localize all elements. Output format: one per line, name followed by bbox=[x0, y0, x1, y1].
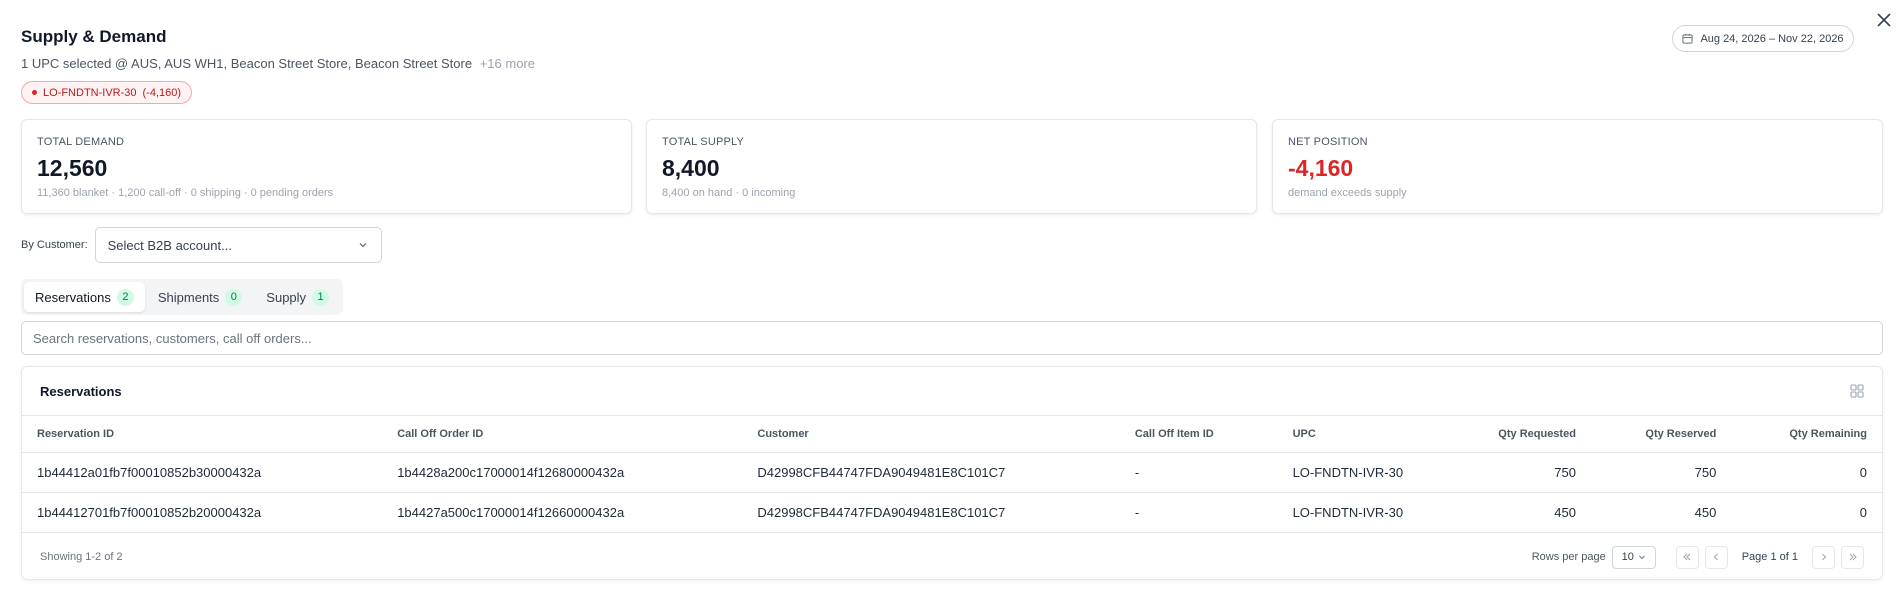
double-chevron-right-icon bbox=[1849, 553, 1857, 561]
qty-reserved-cell: 450 bbox=[1590, 492, 1732, 533]
tab-shipments[interactable]: Shipments 0 bbox=[147, 282, 253, 312]
card-value: 12,560 bbox=[37, 155, 108, 181]
chevron-down-icon bbox=[1638, 555, 1645, 560]
column-header[interactable]: Qty Remaining bbox=[1731, 416, 1882, 453]
panel-header: Reservations bbox=[22, 367, 1882, 416]
date-range-button[interactable]: Aug 24, 2026 – Nov 22, 2026 bbox=[1672, 25, 1854, 52]
panel-title: Reservations bbox=[40, 383, 122, 399]
close-button[interactable] bbox=[1874, 10, 1894, 30]
rows-per-page-select[interactable]: 10 bbox=[1611, 545, 1656, 569]
qty-remaining-cell: 0 bbox=[1731, 492, 1882, 533]
call-off-order-id-cell: 1b4427a500c17000014f12660000432a bbox=[382, 492, 743, 533]
customer-filter-label: By Customer: bbox=[21, 239, 88, 251]
tab-label: Shipments bbox=[157, 289, 220, 305]
customer-cell: D42998CFB44747FDA9049481E8C101C7 bbox=[742, 492, 1120, 533]
tab-label: Reservations bbox=[35, 289, 111, 305]
qty-remaining-cell: 0 bbox=[1731, 452, 1882, 493]
tab-count-badge: 0 bbox=[225, 288, 243, 306]
selection-text: 1 UPC selected @ AUS, AUS WH1, Beacon St… bbox=[21, 56, 473, 71]
status-dot-icon bbox=[32, 90, 37, 95]
sku-chip[interactable]: LO-FNDTN-IVR-30 (-4,160) bbox=[21, 81, 193, 104]
calendar-icon bbox=[1682, 33, 1694, 44]
close-icon bbox=[1877, 13, 1891, 27]
column-header[interactable]: Qty Reserved bbox=[1590, 416, 1732, 453]
card-label: TOTAL DEMAND bbox=[37, 136, 125, 148]
table-header-row: Reservation ID Call Off Order ID Custome… bbox=[22, 416, 1882, 453]
column-header[interactable]: Reservation ID bbox=[22, 416, 383, 453]
table-row[interactable]: 1b44412701fb7f00010852b20000432a 1b4427a… bbox=[22, 492, 1882, 533]
qty-requested-cell: 750 bbox=[1464, 452, 1591, 493]
total-supply-card: TOTAL SUPPLY 8,400 8,400 on hand · 0 inc… bbox=[646, 119, 1257, 214]
next-page-button[interactable] bbox=[1812, 545, 1835, 569]
card-label: NET POSITION bbox=[1288, 136, 1368, 148]
qty-requested-cell: 450 bbox=[1464, 492, 1591, 533]
card-detail: 8,400 on hand · 0 incoming bbox=[662, 187, 796, 199]
upc-cell: LO-FNDTN-IVR-30 bbox=[1277, 452, 1465, 493]
header: Supply & Demand 1 UPC selected @ AUS, AU… bbox=[21, 27, 535, 71]
card-value: 8,400 bbox=[662, 155, 720, 181]
pager: Rows per page 10 Page 1 of 1 bbox=[1531, 545, 1864, 569]
total-demand-card: TOTAL DEMAND 12,560 11,360 blanket · 1,2… bbox=[21, 119, 632, 214]
net-position-card: NET POSITION -4,160 demand exceeds suppl… bbox=[1272, 119, 1883, 214]
reservation-id-cell: 1b44412a01fb7f00010852b30000432a bbox=[22, 452, 383, 493]
page-indicator: Page 1 of 1 bbox=[1741, 551, 1798, 563]
column-header[interactable]: Call Off Item ID bbox=[1119, 416, 1278, 453]
selection-summary: 1 UPC selected @ AUS, AUS WH1, Beacon St… bbox=[21, 56, 535, 71]
call-off-order-id-cell: 1b4428a200c17000014f12680000432a bbox=[382, 452, 743, 493]
call-off-item-id-cell: - bbox=[1119, 492, 1278, 533]
customer-cell: D42998CFB44747FDA9049481E8C101C7 bbox=[742, 452, 1120, 493]
last-page-button[interactable] bbox=[1841, 545, 1864, 569]
reservations-table: Reservation ID Call Off Order ID Custome… bbox=[22, 416, 1882, 533]
upc-cell: LO-FNDTN-IVR-30 bbox=[1277, 492, 1465, 533]
pagination-bar: Showing 1-2 of 2 Rows per page 10 Page 1… bbox=[22, 533, 1882, 582]
reservations-panel: Reservations Reservation ID Call Off Ord… bbox=[21, 366, 1883, 580]
customer-select[interactable]: Select B2B account... bbox=[94, 227, 382, 263]
card-detail: demand exceeds supply bbox=[1288, 187, 1407, 199]
card-label: TOTAL SUPPLY bbox=[662, 136, 745, 148]
column-header[interactable]: UPC bbox=[1277, 416, 1465, 453]
tab-bar: Reservations 2 Shipments 0 Supply 1 bbox=[21, 279, 344, 315]
customer-select-placeholder: Select B2B account... bbox=[107, 237, 232, 253]
search-input[interactable] bbox=[21, 321, 1883, 355]
double-chevron-left-icon bbox=[1683, 553, 1691, 561]
qty-reserved-cell: 750 bbox=[1590, 452, 1732, 493]
chevron-down-icon bbox=[359, 243, 367, 248]
card-value: -4,160 bbox=[1288, 155, 1354, 181]
tab-supply[interactable]: Supply 1 bbox=[255, 282, 340, 312]
tab-reservations[interactable]: Reservations 2 bbox=[24, 282, 145, 312]
chevron-left-icon bbox=[1714, 553, 1719, 561]
call-off-item-id-cell: - bbox=[1119, 452, 1278, 493]
card-detail: 11,360 blanket · 1,200 call-off · 0 ship… bbox=[37, 187, 334, 199]
grid-view-icon[interactable] bbox=[1850, 384, 1864, 398]
date-range-label: Aug 24, 2026 – Nov 22, 2026 bbox=[1700, 32, 1844, 45]
rows-per-page-value: 10 bbox=[1621, 551, 1634, 563]
previous-page-button[interactable] bbox=[1704, 545, 1728, 569]
rows-per-page-label: Rows per page bbox=[1531, 551, 1606, 563]
showing-count: Showing 1-2 of 2 bbox=[40, 551, 123, 563]
tab-count-badge: 1 bbox=[312, 288, 330, 306]
chevron-right-icon bbox=[1821, 553, 1826, 561]
reservation-id-cell: 1b44412701fb7f00010852b20000432a bbox=[22, 492, 383, 533]
tab-count-badge: 2 bbox=[116, 288, 134, 306]
column-header[interactable]: Call Off Order ID bbox=[382, 416, 743, 453]
tab-label: Supply bbox=[266, 289, 307, 305]
more-locations-link[interactable]: +16 more bbox=[480, 56, 535, 71]
first-page-button[interactable] bbox=[1675, 545, 1699, 569]
table-row[interactable]: 1b44412a01fb7f00010852b30000432a 1b4428a… bbox=[22, 452, 1882, 493]
page-title: Supply & Demand bbox=[21, 27, 167, 46]
sku-chip-label: LO-FNDTN-IVR-30 bbox=[43, 86, 137, 99]
sku-chip-delta: (-4,160) bbox=[142, 86, 182, 99]
column-header[interactable]: Customer bbox=[742, 416, 1120, 453]
customer-filter: By Customer: Select B2B account... bbox=[21, 227, 382, 263]
column-header[interactable]: Qty Requested bbox=[1464, 416, 1591, 453]
